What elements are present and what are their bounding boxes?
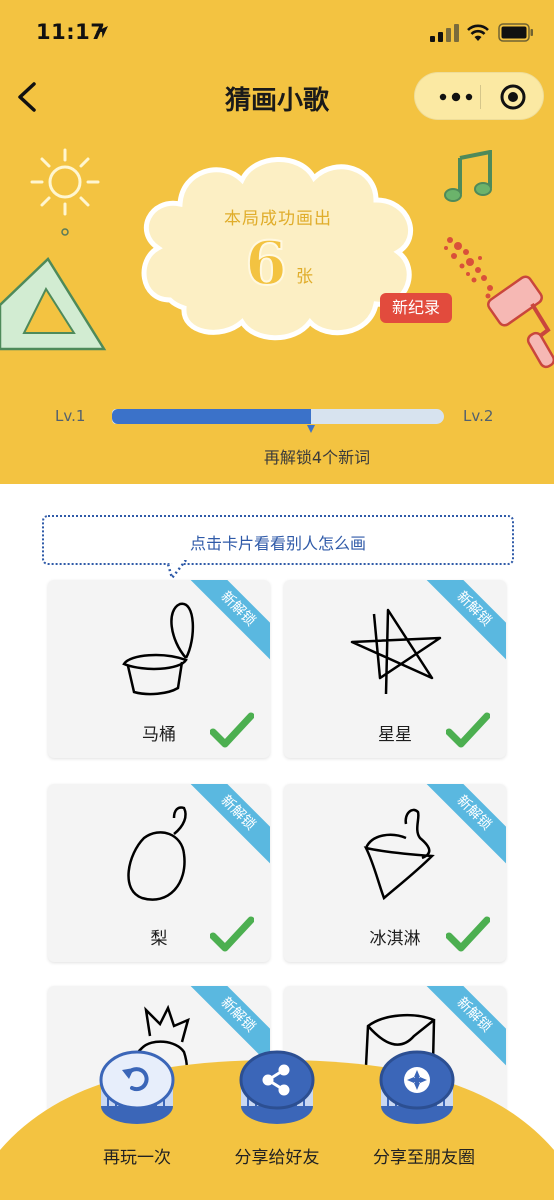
- location-arrow-icon: [96, 26, 108, 38]
- mini-program-capsule: [414, 72, 544, 120]
- battery-icon: [498, 23, 533, 42]
- star-doodle-icon: [350, 608, 442, 695]
- progress-marker-icon: [307, 425, 315, 433]
- replay-button[interactable]: [98, 1046, 176, 1128]
- capsule-divider: [480, 85, 481, 109]
- result-header: 11:17 猜画小歌 本局成功画出 6 张 新纪录 Lv.1 Lv.2 再解锁4…: [0, 0, 554, 484]
- progress-fill: [112, 409, 311, 424]
- nav-bar: 猜画小歌: [0, 64, 554, 130]
- pear-doodle-icon: [127, 806, 187, 901]
- signal-icon: [430, 24, 459, 42]
- level-current: Lv.1: [55, 407, 86, 425]
- drawing-card[interactable]: 新解锁 梨: [48, 784, 270, 962]
- success-count-unit: 张: [296, 267, 313, 287]
- tip-text: 点击卡片看看别人怎么画: [189, 534, 366, 553]
- drawing-card[interactable]: 新解锁 马桶: [48, 580, 270, 758]
- drawing-card[interactable]: 新解锁 星星: [284, 580, 506, 758]
- more-dots-icon[interactable]: [433, 81, 479, 113]
- check-icon: [446, 712, 490, 748]
- success-count-label: 本局成功画出: [224, 209, 332, 229]
- replay-label[interactable]: 再玩一次: [67, 1143, 207, 1168]
- success-count-number: 6: [244, 230, 288, 292]
- check-icon: [446, 916, 490, 952]
- level-progress-bar: [112, 405, 446, 433]
- toilet-doodle-icon: [122, 602, 195, 696]
- ice-cream-doodle-icon: [363, 808, 435, 901]
- status-bar: 11:17: [0, 0, 554, 64]
- svg-text:6: 6: [245, 230, 287, 292]
- share-friend-label[interactable]: 分享给好友: [207, 1143, 347, 1168]
- level-next: Lv.2: [463, 407, 494, 425]
- unlock-hint: 再解锁4个新词: [263, 448, 371, 467]
- music-note-icon: [444, 150, 492, 202]
- check-icon: [210, 916, 254, 952]
- check-icon: [210, 712, 254, 748]
- bubble-tail: [166, 560, 187, 580]
- wifi-icon: [467, 24, 489, 41]
- close-target-icon[interactable]: [493, 81, 533, 113]
- share-moments-label[interactable]: 分享至朋友圈: [354, 1143, 494, 1168]
- share-friend-button[interactable]: [238, 1046, 316, 1128]
- new-record-badge: 新纪录: [380, 293, 452, 323]
- paint-roller-icon: [444, 237, 554, 369]
- share-moments-button[interactable]: [378, 1046, 456, 1128]
- sun-doodle-icon: [30, 148, 100, 236]
- triangle-ruler-icon: [0, 257, 107, 351]
- drawing-card[interactable]: 新解锁 冰淇淋: [284, 784, 506, 962]
